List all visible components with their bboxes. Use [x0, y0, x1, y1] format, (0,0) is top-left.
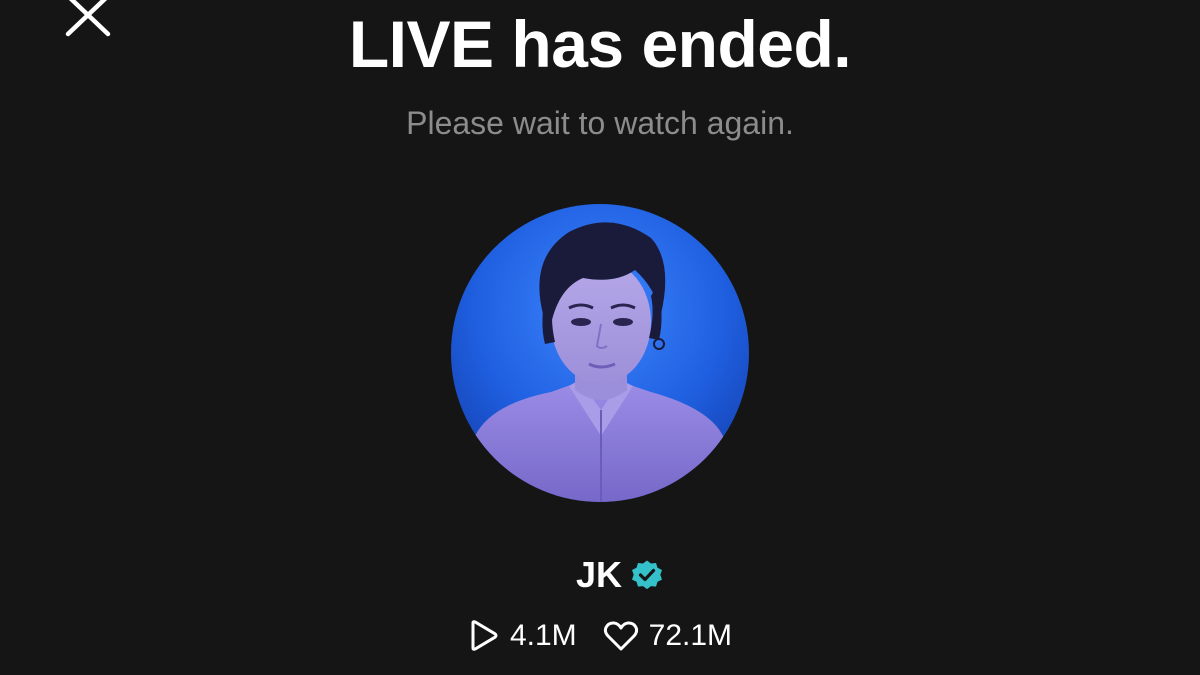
avatar-image: [451, 204, 749, 502]
likes-count: 72.1M: [648, 619, 733, 652]
verified-badge-icon: [632, 560, 663, 590]
play-icon: [471, 620, 498, 651]
profile-name: JK: [575, 554, 623, 595]
heart-icon: [603, 621, 638, 651]
avatar[interactable]: [451, 204, 749, 502]
likes-stat: 72.1M: [603, 616, 732, 656]
page-subtitle: Please wait to watch again.: [406, 105, 794, 141]
page-title: LIVE has ended.: [348, 7, 852, 81]
profile-name-row: JK: [0, 553, 1200, 597]
stats-row: 4.1M 72.1M: [0, 614, 1200, 658]
views-stat: 4.1M: [468, 616, 577, 656]
views-count: 4.1M: [509, 619, 577, 652]
